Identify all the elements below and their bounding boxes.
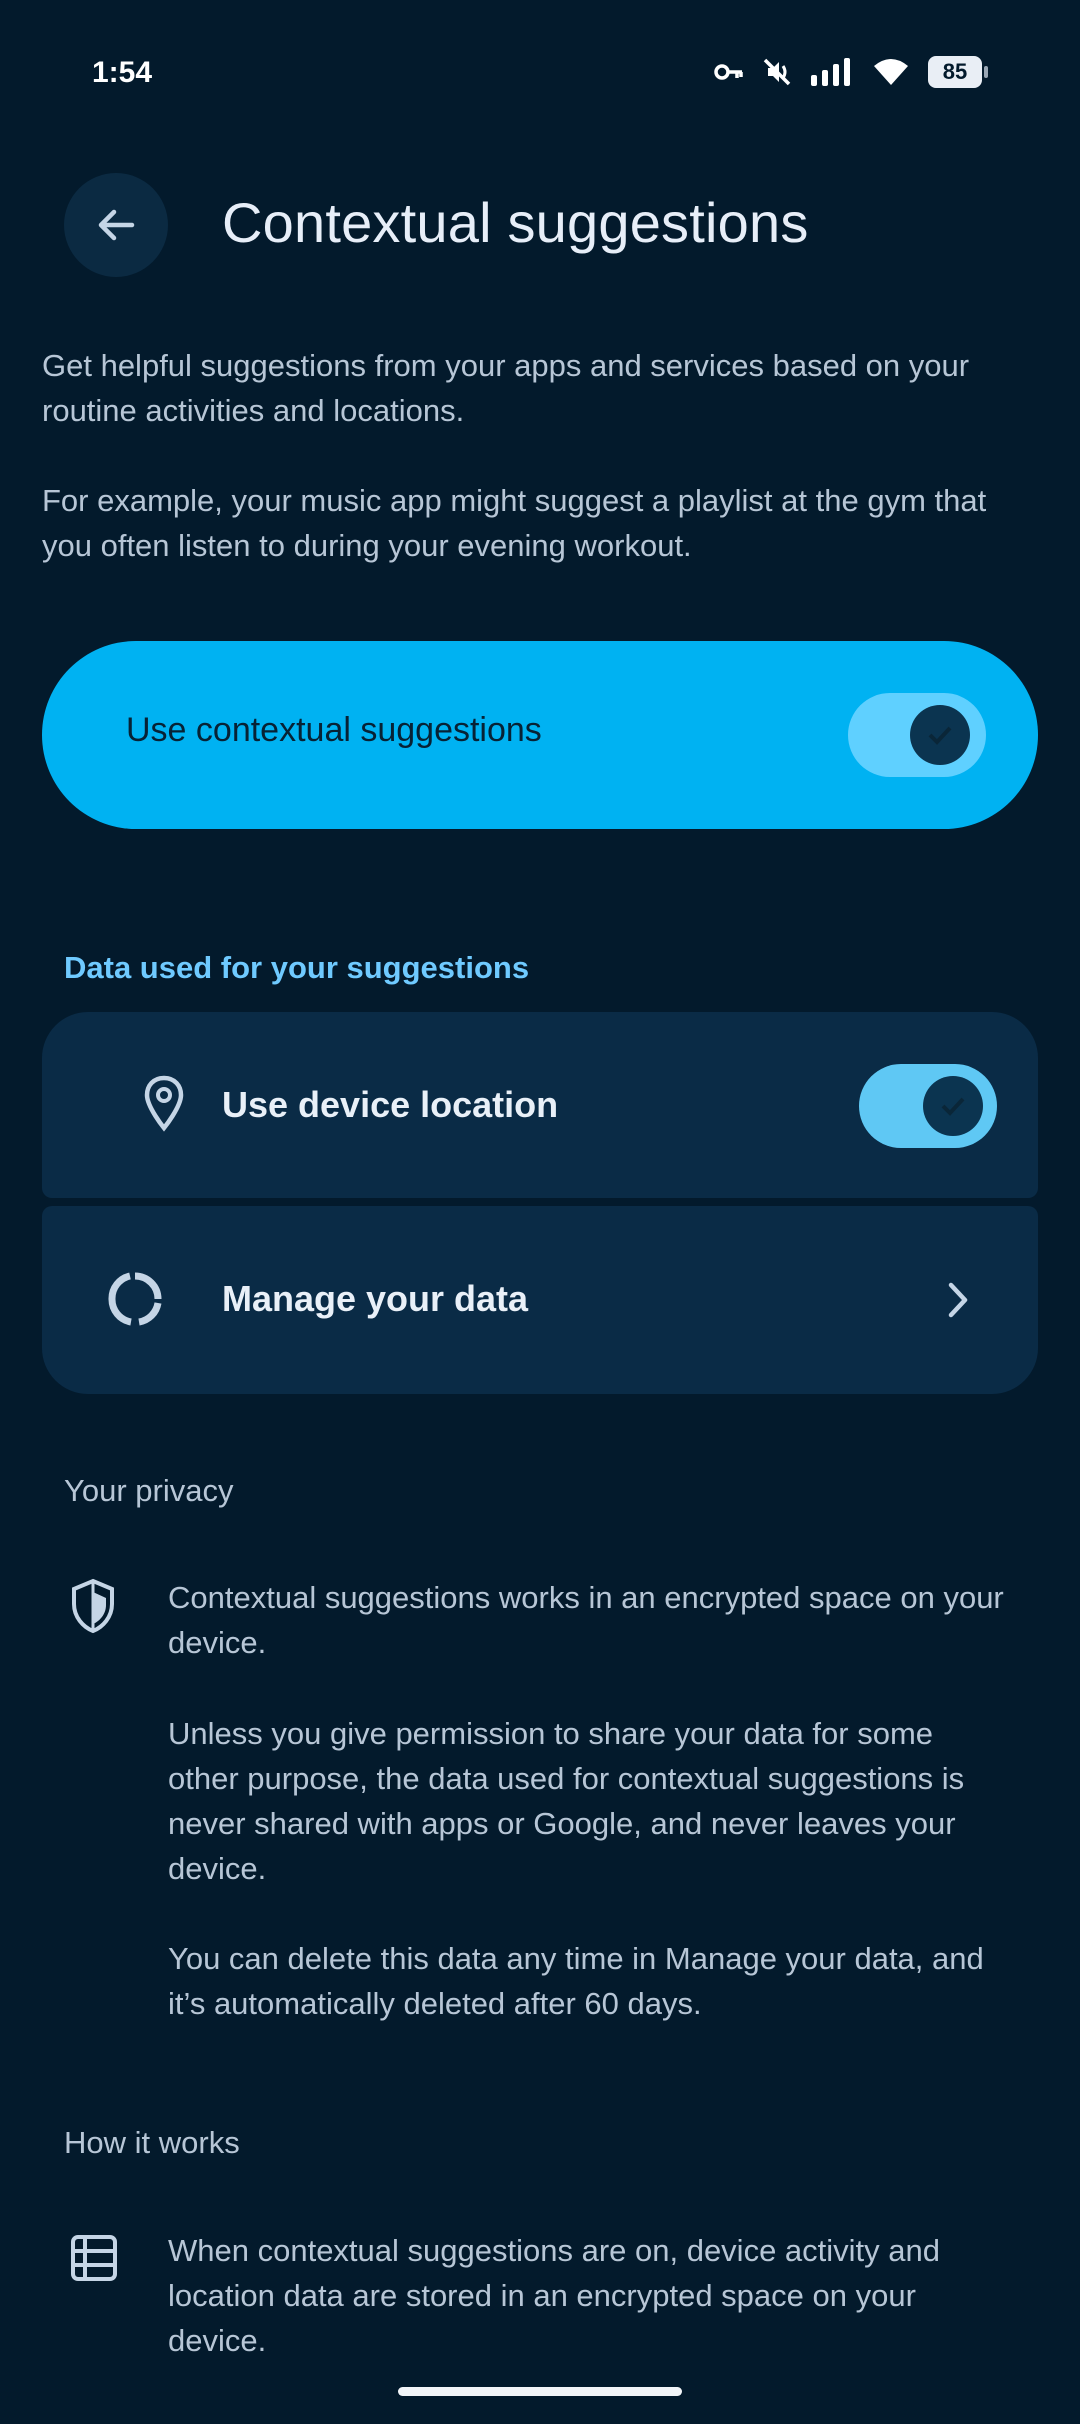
data-section-title: Data used for your suggestions	[64, 950, 530, 985]
arrow-left-icon	[98, 209, 135, 241]
vpn-key-icon	[714, 61, 744, 83]
toggle-knob	[923, 1076, 983, 1136]
use-device-location-row[interactable]: Use device location	[42, 1012, 1038, 1198]
status-icons: 85	[714, 56, 988, 88]
page-title: Contextual suggestions	[222, 191, 809, 254]
back-button[interactable]	[64, 173, 168, 277]
toggle-knob	[910, 705, 970, 765]
manage-your-data-row[interactable]: Manage your data	[42, 1206, 1038, 1394]
intro-paragraph-1: Get helpful suggestions from your apps a…	[42, 348, 970, 428]
main-toggle-switch[interactable]	[848, 693, 986, 777]
privacy-section-title: Your privacy	[64, 1473, 234, 1508]
privacy-paragraph-3: You can delete this data any time in Man…	[168, 1941, 984, 2021]
how-paragraph-1: When contextual suggestions are on, devi…	[168, 2233, 941, 2358]
check-icon	[928, 726, 952, 745]
chevron-right-icon	[946, 1280, 970, 1325]
screen: 1:54 85 Contextual suggestions Get helpf…	[0, 0, 1080, 2424]
privacy-paragraph-1: Contextual suggestions works in an encry…	[168, 1580, 1004, 1660]
row-label-device-location: Use device location	[222, 1084, 559, 1125]
wifi-icon	[872, 57, 910, 87]
battery-icon: 85	[928, 56, 988, 88]
check-icon	[941, 1097, 965, 1116]
mute-icon	[762, 57, 792, 87]
home-indicator[interactable]	[398, 2387, 682, 2396]
main-toggle-label: Use contextual suggestions	[126, 711, 542, 749]
row-label-manage-data: Manage your data	[222, 1278, 529, 1319]
shield-icon	[70, 1578, 116, 1639]
intro-paragraph-2: For example, your music app might sugges…	[42, 483, 987, 563]
storage-icon	[70, 2234, 118, 2287]
status-time: 1:54	[92, 56, 153, 89]
data-circle-icon	[106, 1270, 164, 1333]
use-contextual-suggestions-card[interactable]: Use contextual suggestions	[42, 641, 1038, 829]
signal-icon	[810, 57, 854, 87]
status-bar: 1:54 85	[0, 0, 1080, 150]
how-section-title: How it works	[64, 2125, 240, 2160]
device-location-toggle[interactable]	[859, 1064, 997, 1148]
location-pin-icon	[142, 1074, 186, 1139]
privacy-paragraph-2: Unless you give permission to share your…	[168, 1716, 965, 1886]
battery-level: 85	[942, 59, 968, 84]
